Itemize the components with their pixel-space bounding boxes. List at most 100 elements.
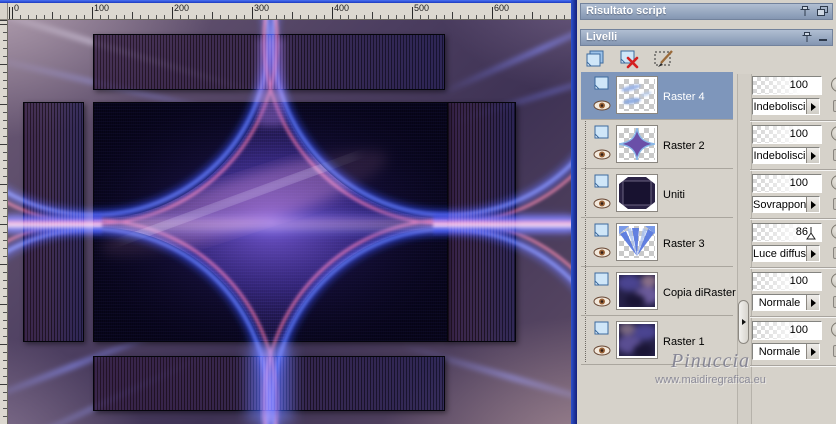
pin-icon[interactable] bbox=[802, 32, 812, 43]
dropdown-arrow-button[interactable] bbox=[806, 246, 819, 261]
layer-thumbnail[interactable] bbox=[616, 223, 658, 261]
opacity-value: 100 bbox=[789, 79, 808, 91]
delete-layer-button[interactable] bbox=[619, 49, 639, 69]
layer-name: Raster 4 bbox=[663, 91, 705, 103]
opacity-value: 100 bbox=[789, 128, 808, 140]
horizontal-ruler: 0 100 200 300 400 500 600 bbox=[8, 3, 571, 20]
layer-thumbnail[interactable] bbox=[616, 125, 658, 163]
blend-mode-dropdown[interactable]: Normale bbox=[752, 343, 820, 360]
raster-layer-icon bbox=[594, 272, 610, 292]
layer-visibility-eye-icon[interactable] bbox=[593, 294, 611, 312]
blend-mode-value: Normale bbox=[758, 346, 801, 358]
dropdown-arrow-button[interactable] bbox=[806, 148, 819, 163]
opacity-value: 100 bbox=[789, 275, 808, 287]
layer-row-raster-3[interactable]: Raster 3 bbox=[581, 219, 733, 267]
opacity-slider[interactable]: 100 bbox=[752, 321, 822, 340]
layer-controls-copia-diraster-1: 100 ∠ Normale bbox=[750, 268, 836, 317]
layer-thumbnail[interactable] bbox=[616, 321, 658, 359]
raster-layer-icon bbox=[594, 125, 610, 145]
layer-thumbnail[interactable] bbox=[616, 174, 658, 212]
dropdown-arrow-icon bbox=[810, 347, 816, 356]
opacity-slider[interactable]: 100 bbox=[752, 174, 822, 193]
opacity-slider[interactable]: 100 bbox=[752, 76, 822, 95]
layer-controls-uniti: 100 ∠ Sovrapponi bbox=[750, 170, 836, 219]
canvas-image[interactable] bbox=[8, 20, 571, 424]
brush-options-icon[interactable] bbox=[831, 77, 836, 92]
brush-options-icon[interactable] bbox=[831, 175, 836, 190]
ruler-label: 0 bbox=[14, 3, 20, 13]
script-result-title: Risultato script bbox=[586, 5, 667, 17]
layer-controls-raster-2: 100 ∠ Indebolisci bbox=[750, 121, 836, 170]
blend-mode-dropdown[interactable]: Luce diffusa bbox=[752, 245, 820, 262]
expand-arrow-icon bbox=[741, 319, 746, 325]
opacity-value: 100 bbox=[789, 177, 808, 189]
blend-mode-dropdown[interactable]: Indebolisci bbox=[752, 147, 820, 164]
layer-visibility-eye-icon[interactable] bbox=[593, 196, 611, 214]
ruler-label: 300 bbox=[254, 3, 270, 13]
layers-panel-header[interactable]: Livelli bbox=[580, 29, 833, 46]
ruler-corner bbox=[0, 3, 8, 20]
layer-name: Raster 3 bbox=[663, 238, 705, 250]
opacity-slider[interactable]: 100 bbox=[752, 125, 822, 144]
script-result-panel-header[interactable]: Risultato script bbox=[580, 3, 833, 20]
dropdown-arrow-icon bbox=[810, 151, 816, 160]
blend-mode-value: Sovrapponi bbox=[753, 199, 809, 211]
opacity-slider-thumb-icon[interactable] bbox=[806, 227, 816, 245]
blend-mode-dropdown[interactable]: Normale bbox=[752, 294, 820, 311]
layer-thumbnail[interactable] bbox=[616, 272, 658, 310]
panel-expand-handle[interactable] bbox=[738, 300, 749, 344]
blend-mode-value: Luce diffusa bbox=[753, 248, 813, 260]
opacity-slider[interactable]: 100 bbox=[752, 272, 822, 291]
restore-window-icon[interactable] bbox=[817, 6, 828, 17]
ruler-label: 100 bbox=[94, 3, 110, 13]
layer-row-copia-diraster-1[interactable]: Copia diRaster 1 bbox=[581, 268, 745, 316]
layer-visibility-eye-icon[interactable] bbox=[593, 245, 611, 263]
blend-mode-dropdown[interactable]: Sovrapponi bbox=[752, 196, 820, 213]
dropdown-arrow-icon bbox=[810, 102, 816, 111]
dropdown-arrow-button[interactable] bbox=[806, 197, 819, 212]
edit-selection-button[interactable] bbox=[653, 49, 673, 69]
new-layer-button[interactable] bbox=[585, 49, 605, 69]
layer-row-raster-1[interactable]: Raster 1 bbox=[581, 317, 733, 365]
layer-name: Copia diRaster 1 bbox=[663, 287, 745, 299]
layer-controls-raster-4: 100 ∠ Indebolisci bbox=[750, 72, 836, 121]
brush-options-icon[interactable] bbox=[831, 322, 836, 337]
layer-row-uniti[interactable]: Uniti bbox=[581, 170, 733, 218]
dropdown-arrow-button[interactable] bbox=[806, 295, 819, 310]
layer-thumbnail[interactable] bbox=[616, 76, 658, 114]
layer-visibility-eye-icon[interactable] bbox=[593, 147, 611, 165]
ruler-label: 200 bbox=[174, 3, 190, 13]
opacity-slider[interactable]: 86 bbox=[752, 223, 822, 242]
vertical-ruler bbox=[0, 20, 8, 424]
layer-name: Raster 1 bbox=[663, 336, 705, 348]
layer-row-raster-2[interactable]: Raster 2 bbox=[581, 121, 733, 169]
brush-options-icon[interactable] bbox=[831, 273, 836, 288]
layer-row-raster-4[interactable]: Raster 4 bbox=[581, 72, 733, 120]
dropdown-arrow-icon bbox=[810, 249, 816, 258]
ruler-label: 400 bbox=[334, 3, 350, 13]
layer-name: Raster 2 bbox=[663, 140, 705, 152]
dropdown-arrow-button[interactable] bbox=[806, 99, 819, 114]
opacity-value: 100 bbox=[789, 324, 808, 336]
pin-icon[interactable] bbox=[800, 6, 810, 17]
layer-visibility-eye-icon[interactable] bbox=[593, 98, 611, 116]
raster-layer-icon bbox=[594, 223, 610, 243]
app-window: 0 100 200 300 400 500 600 Risultato scri… bbox=[0, 0, 836, 424]
minimize-panel-icon[interactable] bbox=[819, 32, 828, 43]
brush-options-icon[interactable] bbox=[831, 224, 836, 239]
ruler-label: 500 bbox=[414, 3, 430, 13]
layer-name: Uniti bbox=[663, 189, 686, 201]
dropdown-arrow-button[interactable] bbox=[806, 344, 819, 359]
layer-visibility-eye-icon[interactable] bbox=[593, 343, 611, 361]
raster-layer-icon bbox=[594, 76, 610, 96]
layers-toolbar bbox=[585, 49, 673, 69]
raster-layer-icon bbox=[594, 321, 610, 341]
dropdown-arrow-icon bbox=[810, 298, 816, 307]
brush-options-icon[interactable] bbox=[831, 126, 836, 141]
blend-mode-value: Indebolisci bbox=[753, 150, 806, 162]
blend-mode-dropdown[interactable]: Indebolisci bbox=[752, 98, 820, 115]
layer-controls-raster-3: 86 Luce diffusa bbox=[750, 219, 836, 268]
dropdown-arrow-icon bbox=[810, 200, 816, 209]
glow-overlay bbox=[8, 20, 571, 424]
layers-panel-title: Livelli bbox=[586, 31, 618, 43]
